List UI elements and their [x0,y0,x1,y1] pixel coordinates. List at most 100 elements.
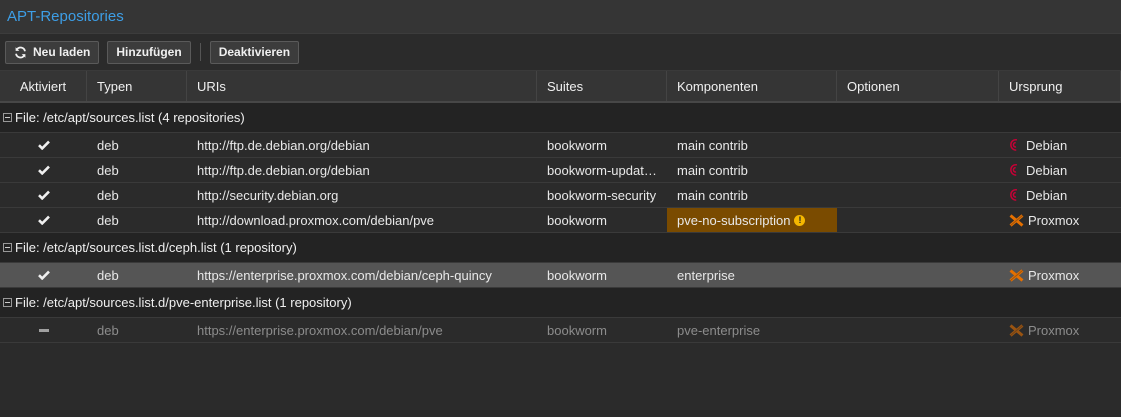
debian-swirl-icon [1009,138,1022,152]
check-icon [37,268,50,283]
options-cell [837,133,999,157]
check-icon [37,138,50,153]
collapse-toggle-icon[interactable] [3,243,12,252]
table-row[interactable]: deb http://security.debian.org bookworm-se… [0,183,1121,208]
origin-cell: Debian [999,183,1121,207]
suite-cell: bookworm [547,212,607,228]
origin-cell: Proxmox [999,263,1121,287]
options-cell [837,183,999,207]
group-label: File: /etc/apt/sources.list.d/pve-enterp… [15,295,352,310]
components-text: enterprise [677,267,735,283]
toolbar-separator [199,43,201,61]
column-header-types[interactable]: Typen [87,71,187,101]
group-header[interactable]: File: /etc/apt/sources.list (4 repositor… [0,103,1121,133]
uri-cell: http://ftp.de.debian.org/debian [197,162,370,178]
column-header-origin[interactable]: Ursprung [999,71,1121,101]
uri-cell: http://ftp.de.debian.org/debian [197,137,370,153]
components-cell: pve-no-subscription! [667,208,837,232]
origin-text: Proxmox [1028,322,1080,338]
exclamation-circle-icon: ! [794,214,806,226]
page-title: APT-Repositories [7,8,124,25]
add-button[interactable]: Hinzufügen [107,40,191,64]
column-header-enabled[interactable]: Aktiviert [0,71,87,101]
type-cell: deb [97,212,119,228]
origin-text: Proxmox [1028,212,1080,228]
debian-swirl-icon [1009,188,1022,202]
suite-cell: bookworm [547,267,607,283]
components-text: main contrib [677,187,748,203]
collapse-toggle-icon[interactable] [3,298,12,307]
components-text: pve-no-subscription [677,212,791,228]
components-cell: main contrib [667,133,837,157]
components-cell: enterprise [667,263,837,287]
origin-cell: Debian [999,133,1121,157]
suite-cell: bookworm [547,137,607,153]
suite-cell: bookworm-security [547,187,657,203]
type-cell: deb [97,162,119,178]
grid-header: Aktiviert Typen URIs Suites Komponenten … [0,71,1121,103]
origin-text: Proxmox [1028,267,1080,283]
column-header-suites[interactable]: Suites [537,71,667,101]
table-row[interactable]: deb https://enterprise.proxmox.com/debian… [0,263,1121,288]
options-cell [837,158,999,182]
reload-button[interactable]: Neu laden [5,40,100,64]
uri-cell: http://security.debian.org [197,187,339,203]
check-icon [37,163,50,178]
column-header-uris[interactable]: URIs [187,71,537,101]
toolbar: Neu laden Hinzufügen Deaktivieren [0,34,1121,71]
proxmox-x-icon [1009,323,1024,337]
repositories-grid: Aktiviert Typen URIs Suites Komponenten … [0,71,1121,343]
uri-cell: https://enterprise.proxmox.com/debian/pv… [197,322,443,338]
components-cell: main contrib [667,183,837,207]
group-label: File: /etc/apt/sources.list.d/ceph.list … [15,240,297,255]
table-row[interactable]: deb http://ftp.de.debian.org/debian bookwo… [0,133,1121,158]
column-header-options[interactable]: Optionen [837,71,999,101]
refresh-icon [14,46,27,59]
origin-cell: Proxmox [999,318,1121,342]
origin-text: Debian [1026,137,1068,153]
origin-text: Debian [1026,187,1068,203]
options-cell [837,318,999,342]
group-header[interactable]: File: /etc/apt/sources.list.d/ceph.list … [0,233,1121,263]
components-text: pve-enterprise [677,322,761,338]
type-cell: deb [97,267,119,283]
type-cell: deb [97,137,119,153]
proxmox-x-icon [1009,268,1024,282]
reload-label: Neu laden [33,45,91,59]
options-cell [837,263,999,287]
proxmox-x-icon [1009,213,1024,227]
enabled-cell [0,318,87,342]
panel-header: APT-Repositories [0,0,1121,34]
components-text: main contrib [677,162,748,178]
debian-swirl-icon [1009,163,1022,177]
enabled-cell [0,208,87,232]
dash-icon [38,328,49,332]
components-text: main contrib [677,137,748,153]
options-cell [837,208,999,232]
enabled-cell [0,263,87,287]
enabled-cell [0,183,87,207]
deactivate-button[interactable]: Deaktivieren [209,40,300,64]
group-label: File: /etc/apt/sources.list (4 repositor… [15,110,245,125]
table-row[interactable]: deb http://download.proxmox.com/debian/pv… [0,208,1121,233]
add-label: Hinzufügen [116,45,182,59]
group-header[interactable]: File: /etc/apt/sources.list.d/pve-enterp… [0,288,1121,318]
uri-cell: http://download.proxmox.com/debian/pve [197,212,435,228]
table-row[interactable]: deb https://enterprise.proxmox.com/debian… [0,318,1121,343]
suite-cell: bookworm [547,322,607,338]
type-cell: deb [97,322,119,338]
collapse-toggle-icon[interactable] [3,113,12,122]
check-icon [37,213,50,228]
grid-body: File: /etc/apt/sources.list (4 repositor… [0,103,1121,343]
enabled-cell [0,133,87,157]
table-row[interactable]: deb http://ftp.de.debian.org/debian bookwo… [0,158,1121,183]
uri-cell: https://enterprise.proxmox.com/debian/ce… [197,267,492,283]
check-icon [37,188,50,203]
type-cell: deb [97,187,119,203]
origin-cell: Proxmox [999,208,1121,232]
components-cell: main contrib [667,158,837,182]
components-cell: pve-enterprise [667,318,837,342]
origin-text: Debian [1026,162,1068,178]
column-header-components[interactable]: Komponenten [667,71,837,101]
enabled-cell [0,158,87,182]
